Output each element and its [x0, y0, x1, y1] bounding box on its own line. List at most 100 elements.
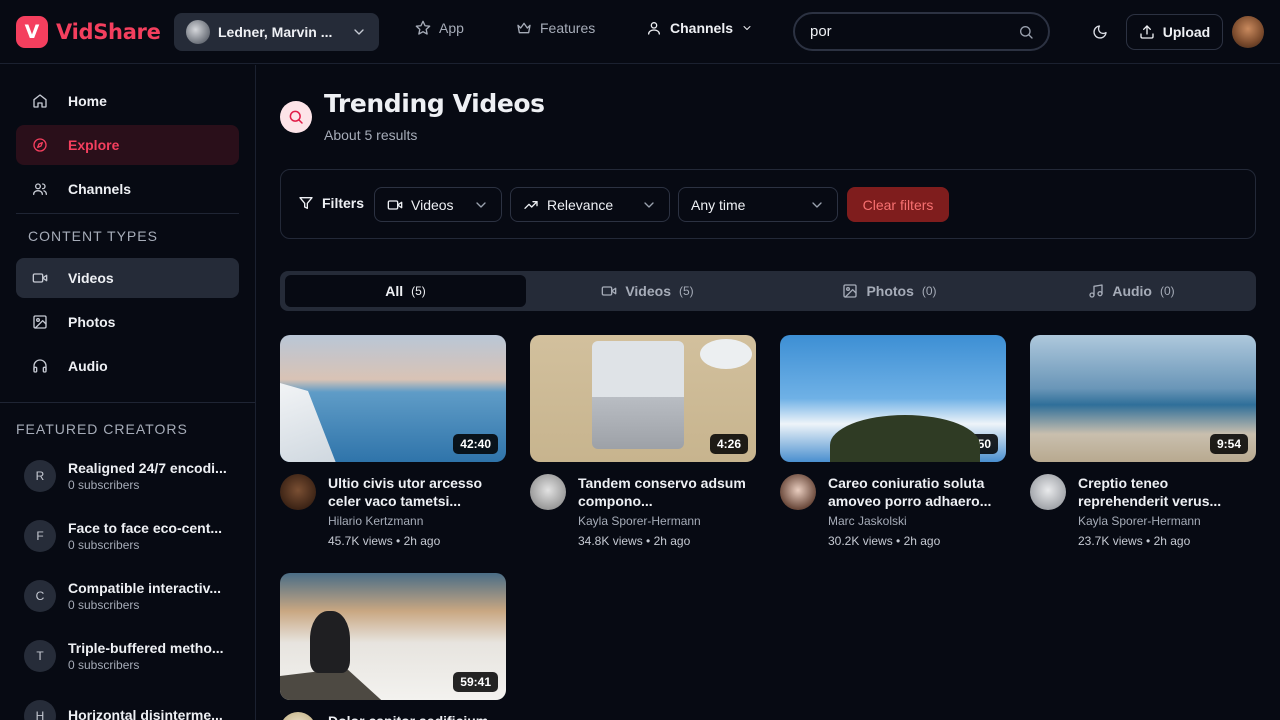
- featured-creators-title: FEATURED CREATORS: [16, 421, 188, 437]
- tab-count: (5): [678, 284, 694, 298]
- user-icon: [646, 20, 662, 36]
- video-icon: [32, 270, 48, 286]
- content-tabs: All (5) Videos (5) Photos (0) Audio (0): [280, 271, 1256, 311]
- sidebar: Home Explore Channels CONTENT TYPES Vide…: [0, 65, 256, 720]
- sidebar-item-explore[interactable]: Explore: [16, 125, 239, 165]
- channel-name[interactable]: Hilario Kertzmann: [328, 514, 506, 528]
- creator-name: Face to face eco-cent...: [68, 520, 223, 536]
- chevron-down-icon: [641, 197, 657, 213]
- filters-label-text: Filters: [322, 195, 365, 211]
- logo-text: VidShare: [56, 20, 161, 44]
- video-duration: 7:50: [959, 434, 998, 454]
- video-thumbnail[interactable]: 4:26: [530, 335, 756, 462]
- clear-filters-button[interactable]: Clear filters: [847, 187, 949, 222]
- video-icon: [601, 283, 617, 299]
- video-thumbnail[interactable]: 59:41: [280, 573, 506, 700]
- video-card[interactable]: 4:26 Tandem conservo adsum compono... Ka…: [530, 335, 756, 548]
- video-card[interactable]: 9:54 Creptio teneo reprehenderit verus..…: [1030, 335, 1256, 548]
- sort-select[interactable]: Relevance: [510, 187, 670, 222]
- user-avatar[interactable]: [1232, 16, 1264, 48]
- video-thumbnail[interactable]: 7:50: [780, 335, 1006, 462]
- video-title[interactable]: Careo coniuratio soluta amoveo porro adh…: [828, 474, 1006, 510]
- creator-name: Triple-buffered metho...: [68, 640, 224, 656]
- creator-avatar: H: [24, 700, 56, 720]
- creator-item[interactable]: T Triple-buffered metho... 0 subscribers: [24, 634, 239, 678]
- video-duration: 42:40: [453, 434, 498, 454]
- tab-audio[interactable]: Audio (0): [1011, 275, 1252, 307]
- creator-avatar: C: [24, 580, 56, 612]
- sidebar-divider: [0, 402, 255, 403]
- video-card[interactable]: 59:41 Dolor capitor aedificium...: [280, 573, 506, 720]
- filters-label: Filters: [298, 195, 364, 211]
- tab-label: Photos: [866, 283, 914, 299]
- type-select-value: Videos: [411, 196, 454, 213]
- home-icon: [32, 93, 48, 109]
- time-select[interactable]: Any time: [678, 187, 838, 222]
- channel-avatar[interactable]: [530, 474, 566, 510]
- sidebar-item-home[interactable]: Home: [16, 81, 239, 121]
- creator-item[interactable]: C Compatible interactiv... 0 subscribers: [24, 574, 239, 618]
- video-card[interactable]: 42:40 Ultio civis utor arcesso celer vac…: [280, 335, 506, 548]
- creator-item[interactable]: R Realigned 24/7 encodi... 0 subscribers: [24, 454, 239, 498]
- channel-name[interactable]: Kayla Sporer-Hermann: [1078, 514, 1256, 528]
- search-icon: [280, 101, 312, 133]
- tab-videos[interactable]: Videos (5): [527, 275, 768, 307]
- video-title[interactable]: Tandem conservo adsum compono...: [578, 474, 756, 510]
- tab-all[interactable]: All (5): [285, 275, 526, 307]
- video-duration: 59:41: [453, 672, 498, 692]
- chevron-down-icon: [473, 197, 489, 213]
- channel-avatar[interactable]: [1030, 474, 1066, 510]
- channel-name[interactable]: Marc Jaskolski: [828, 514, 1006, 528]
- channel-avatar[interactable]: [280, 474, 316, 510]
- chevron-down-icon: [351, 24, 367, 40]
- video-thumbnail[interactable]: 42:40: [280, 335, 506, 462]
- video-card[interactable]: 7:50 Careo coniuratio soluta amoveo porr…: [780, 335, 1006, 548]
- search-input[interactable]: [810, 23, 1018, 40]
- sidebar-item-audio[interactable]: Audio: [16, 346, 239, 386]
- creator-name: Horizontal disinterme...: [68, 707, 223, 720]
- account-avatar: [186, 20, 210, 44]
- creator-name: Compatible interactiv...: [68, 580, 221, 596]
- video-title[interactable]: Ultio civis utor arcesso celer vaco tame…: [328, 474, 506, 510]
- account-switcher[interactable]: Ledner, Marvin ...: [174, 13, 379, 51]
- tab-count: (0): [1159, 284, 1175, 298]
- search-icon[interactable]: [1018, 24, 1034, 40]
- video-title[interactable]: Dolor capitor aedificium...: [328, 712, 506, 720]
- sidebar-item-label: Photos: [68, 314, 116, 330]
- video-duration: 4:26: [709, 434, 748, 454]
- page-title: Trending Videos: [324, 89, 545, 118]
- filter-bar: Filters Videos Relevance Any time Clear …: [280, 169, 1256, 239]
- creator-item[interactable]: H Horizontal disinterme...: [24, 694, 239, 720]
- theme-toggle-button[interactable]: [1086, 18, 1114, 46]
- video-title[interactable]: Creptio teneo reprehenderit verus...: [1078, 474, 1256, 510]
- nav-app[interactable]: App: [415, 20, 464, 36]
- compass-icon: [32, 137, 48, 153]
- sidebar-item-label: Explore: [68, 137, 120, 153]
- channel-avatar[interactable]: [780, 474, 816, 510]
- creator-avatar: R: [24, 460, 56, 492]
- creator-subscribers: 0 subscribers: [68, 478, 140, 492]
- nav-features[interactable]: Features: [516, 20, 595, 36]
- video-duration: 9:54: [1209, 434, 1248, 454]
- sidebar-item-channels[interactable]: Channels: [16, 169, 239, 209]
- channel-avatar[interactable]: [280, 712, 316, 720]
- nav-channels[interactable]: Channels: [646, 20, 753, 36]
- tab-photos[interactable]: Photos (0): [769, 275, 1010, 307]
- chevron-down-icon: [741, 22, 753, 34]
- sidebar-item-photos[interactable]: Photos: [16, 302, 239, 342]
- creator-subscribers: 0 subscribers: [68, 658, 140, 672]
- sidebar-item-videos[interactable]: Videos: [16, 258, 239, 298]
- headphones-icon: [32, 358, 48, 374]
- crown-icon: [516, 20, 532, 36]
- creator-item[interactable]: F Face to face eco-cent... 0 subscribers: [24, 514, 239, 558]
- type-select[interactable]: Videos: [374, 187, 502, 222]
- music-icon: [1088, 283, 1104, 299]
- result-count: About 5 results: [324, 127, 418, 143]
- filter-icon: [298, 195, 314, 211]
- channel-name[interactable]: Kayla Sporer-Hermann: [578, 514, 756, 528]
- search-box[interactable]: [793, 12, 1050, 51]
- account-name: Ledner, Marvin ...: [218, 24, 333, 40]
- logo[interactable]: V VidShare: [16, 16, 161, 48]
- video-thumbnail[interactable]: 9:54: [1030, 335, 1256, 462]
- upload-button[interactable]: Upload: [1126, 14, 1223, 50]
